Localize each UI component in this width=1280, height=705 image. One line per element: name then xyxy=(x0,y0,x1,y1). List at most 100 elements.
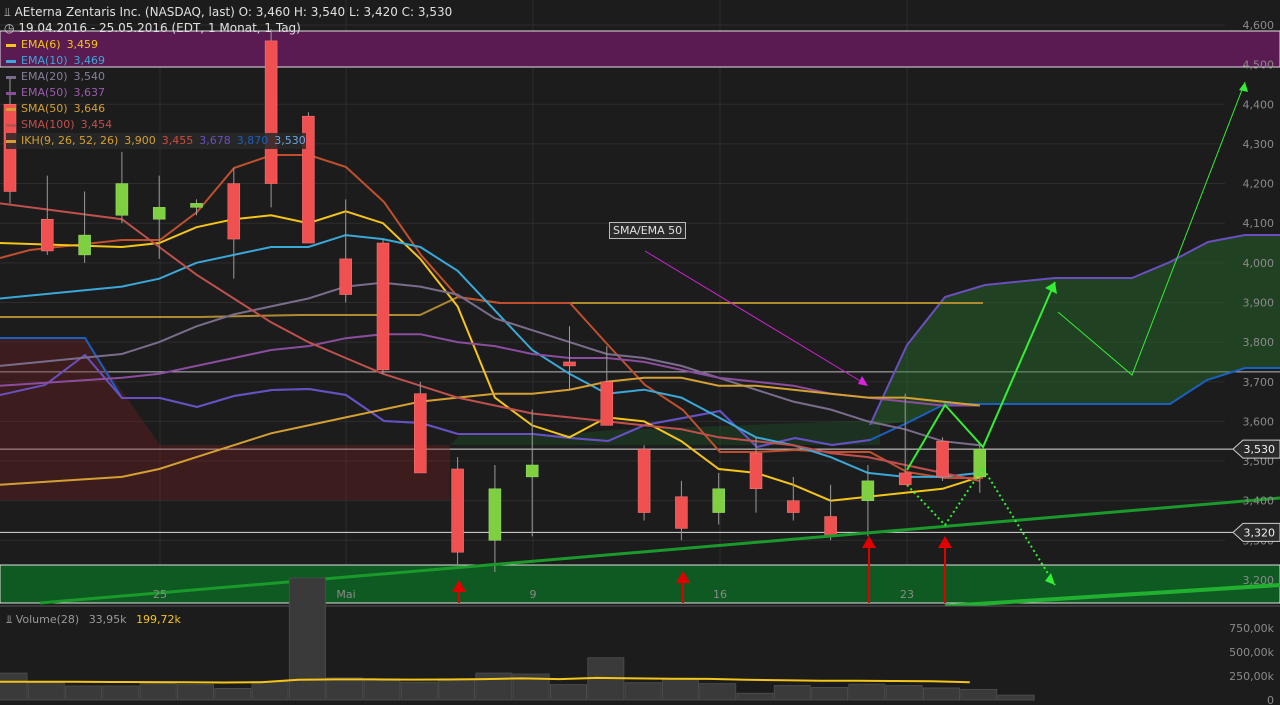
volume-bar xyxy=(661,678,699,701)
legend-ikh[interactable]: IKH(9, 26, 52, 26) 3,900 3,455 3,678 3,8… xyxy=(6,133,306,149)
chart-title: AEterna Zentaris Inc. (NASDAQ, last) O: … xyxy=(14,5,453,19)
volume-bar xyxy=(438,678,476,701)
volume-bar xyxy=(27,682,65,701)
candle-body xyxy=(41,218,54,252)
legend-swatch xyxy=(6,43,16,47)
candle-body xyxy=(749,452,763,490)
annotation-label[interactable]: SMA/EMA 50 xyxy=(609,222,687,239)
ikh-value-4: 3,870 xyxy=(236,134,269,147)
candle-body xyxy=(115,183,129,216)
legend-swatch xyxy=(6,75,16,79)
volume-label-row: ⫫ Volume(28) 33,95k 199,72k xyxy=(6,613,181,627)
legend-swatch xyxy=(6,91,16,95)
volume-tick-label: 250,00k xyxy=(1229,670,1274,683)
legend-sma50[interactable]: SMA(50) 3,646 xyxy=(6,101,306,117)
price-tick-label: 4,100 xyxy=(1243,217,1275,230)
volume-bar xyxy=(177,684,214,701)
volume-bar xyxy=(102,685,140,701)
legend-ema10[interactable]: EMA(10) 3,469 xyxy=(6,53,306,69)
candle-body xyxy=(376,242,390,371)
signal-arrow-head xyxy=(938,536,952,548)
legend-name: SMA(50) xyxy=(21,102,68,115)
volume-bar xyxy=(65,685,103,701)
volume-tick-label: 750,00k xyxy=(1229,622,1274,635)
clock-icon: ◷ xyxy=(4,21,15,35)
volume-value-1: 33,95k xyxy=(88,613,127,626)
candle-body xyxy=(936,440,949,478)
legend-name: EMA(20) xyxy=(21,70,68,83)
candle-body xyxy=(637,448,651,513)
legend-ema20[interactable]: EMA(20) 3,540 xyxy=(6,69,306,85)
annotation-pointer xyxy=(644,250,863,383)
candle-body xyxy=(451,468,464,553)
legend-name: SMA(100) xyxy=(21,118,75,131)
date-tick-label: 25 xyxy=(153,588,167,601)
legend-value: 3,469 xyxy=(73,54,106,67)
volume-bar xyxy=(363,678,401,701)
legend-value: 3,540 xyxy=(73,70,106,83)
legend-value: 3,459 xyxy=(66,38,99,51)
candle-body xyxy=(898,472,912,486)
price-tick-label: 4,500 xyxy=(1243,59,1275,72)
volume-tick-label: 0 xyxy=(1267,694,1274,705)
price-tick-label: 4,200 xyxy=(1243,178,1275,191)
price-tick-label: 3,400 xyxy=(1243,495,1275,508)
candle-body xyxy=(190,203,203,208)
volume-bar xyxy=(923,687,960,701)
volume-bar xyxy=(475,672,513,701)
legend-sma100[interactable]: SMA(100) 3,454 xyxy=(6,117,306,133)
chart-title-row: ⫫ AEterna Zentaris Inc. (NASDAQ, last) O… xyxy=(4,5,452,20)
volume-bar xyxy=(960,688,998,701)
volume-bar xyxy=(550,684,587,701)
volume-bar xyxy=(885,685,923,701)
signal-arrow-head xyxy=(862,536,876,548)
legend-swatch xyxy=(6,107,16,111)
date-tick-label: 9 xyxy=(530,588,537,601)
date-tick-label: Mai xyxy=(336,588,355,601)
legend-swatch xyxy=(6,139,16,143)
legend-ema6[interactable]: EMA(6) 3,459 xyxy=(6,37,306,53)
candle-body xyxy=(414,393,427,474)
price-tick-label: 3,700 xyxy=(1243,376,1275,389)
legend-name: EMA(6) xyxy=(21,38,61,51)
candle-body xyxy=(488,488,502,541)
volume-bar xyxy=(699,683,737,701)
volume-bar xyxy=(0,672,28,701)
period-row: ◷ 19.04.2016 - 25.05.2016 (EDT, 1 Monat,… xyxy=(4,21,301,35)
legend-swatch xyxy=(6,59,16,63)
indicator-legend: EMA(6) 3,459 EMA(10) 3,469 EMA(20) 3,540… xyxy=(6,37,306,149)
ikh-value-3: 3,678 xyxy=(199,134,231,147)
price-tick-label: 4,300 xyxy=(1243,138,1275,151)
legend-value: 3,646 xyxy=(73,102,106,115)
volume-bar xyxy=(139,683,177,701)
legend-name: EMA(10) xyxy=(21,54,68,67)
candle-body xyxy=(78,234,91,256)
candle-body xyxy=(525,464,539,478)
candle-body xyxy=(563,361,576,367)
volume-bar xyxy=(214,687,252,701)
candle-body xyxy=(152,207,166,220)
volume-icon: ⫫ xyxy=(6,613,13,626)
legend-value: 3,454 xyxy=(80,118,113,131)
legend-name: IKH(9, 26, 52, 26) xyxy=(21,134,119,147)
volume-bar xyxy=(326,677,364,701)
volume-bar xyxy=(773,685,811,701)
price-tick-label: 3,800 xyxy=(1243,336,1275,349)
candle-body xyxy=(787,500,800,513)
volume-bar xyxy=(624,682,662,701)
chart-type-icon[interactable]: ⫫ xyxy=(4,5,11,19)
legend-name: EMA(50) xyxy=(21,86,68,99)
volume-bar xyxy=(288,577,326,701)
price-tick-label: 3,200 xyxy=(1243,574,1275,587)
volume-bar xyxy=(811,687,849,701)
price-badge-label: 3,530 xyxy=(1244,443,1276,456)
legend-ema50[interactable]: EMA(50) 3,637 xyxy=(6,85,306,101)
candle-body xyxy=(824,516,837,537)
annotation-pointer-head xyxy=(858,376,868,386)
candle-body xyxy=(861,480,875,501)
price-tick-label: 4,600 xyxy=(1243,19,1275,32)
price-tick-label: 4,400 xyxy=(1243,98,1275,111)
chart-period: 19.04.2016 - 25.05.2016 (EDT, 1 Monat, 1… xyxy=(18,21,301,35)
legend-value: 3,637 xyxy=(73,86,106,99)
price-badge-label: 3,320 xyxy=(1244,526,1276,539)
